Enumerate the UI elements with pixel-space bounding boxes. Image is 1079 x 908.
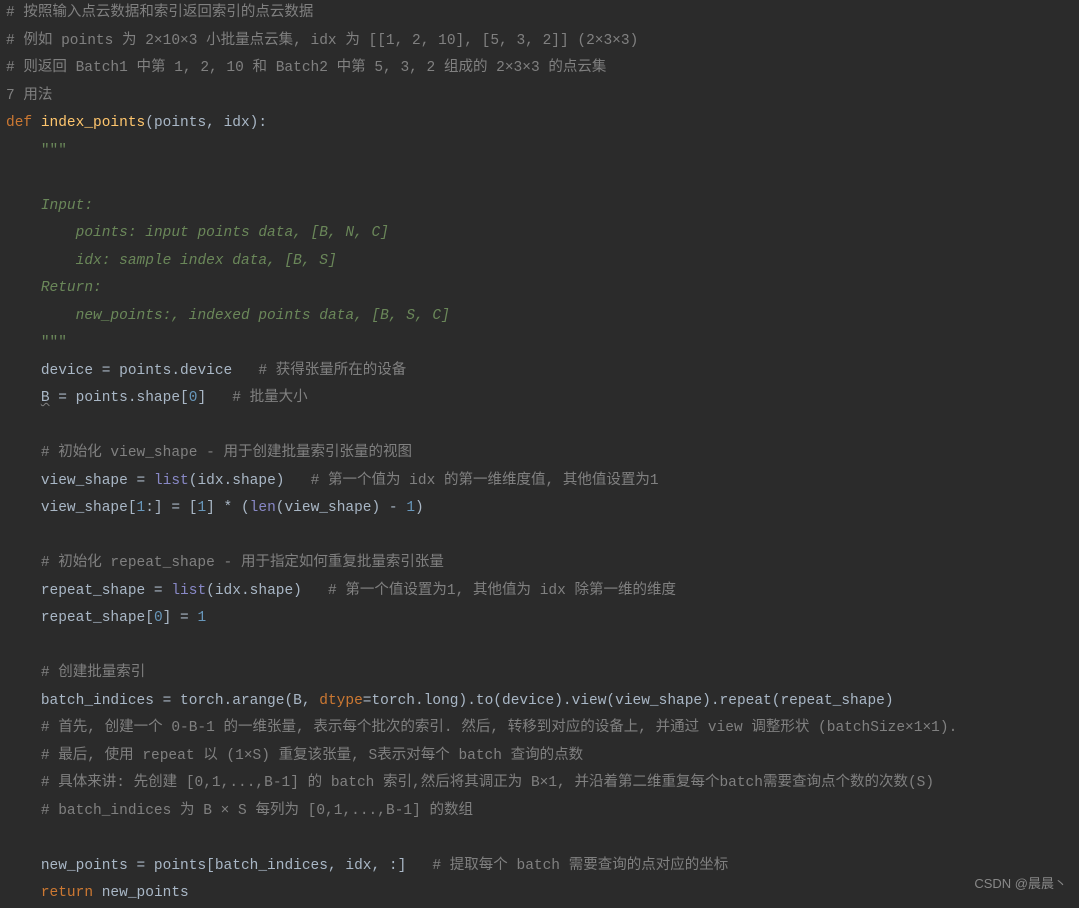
comment-newpoints: # 提取每个 batch 需要查询的点对应的坐标 xyxy=(432,858,728,874)
comment-repeatshape-head: # 初始化 repeat_shape - 用于指定如何重复批量索引张量 xyxy=(41,555,444,571)
stmt-rs2-b: ] = xyxy=(163,610,198,626)
code-screenshot: { "c1": "# 按照输入点云数据和索引返回索引的点云数据", "c2": … xyxy=(0,0,1079,907)
stmt-vs2-a: view_shape[ xyxy=(41,500,137,516)
doc-input: Input: xyxy=(41,198,93,214)
stmt-vs2-d: (view_shape) - xyxy=(276,500,407,516)
stmt-vs2-c: ] * ( xyxy=(206,500,250,516)
num-one-c: 1 xyxy=(406,500,415,516)
kwarg-dtype: dtype xyxy=(319,693,363,709)
stmt-rs1-b: (idx.shape) xyxy=(206,583,302,599)
comment-device: # 获得张量所在的设备 xyxy=(258,363,406,379)
builtin-list: list xyxy=(154,473,189,489)
comment-vs1: # 第一个值为 idx 的第一维维度值, 其他值设置为1 xyxy=(311,473,659,489)
stmt-B-end: ] xyxy=(197,390,206,406)
comment-bi1: # 首先, 创建一个 0-B-1 的一维张量, 表示每个批次的索引. 然后, 转… xyxy=(41,720,957,736)
stmt-vs2-b: :] = [ xyxy=(145,500,197,516)
comment-bi2: # 最后, 使用 repeat 以 (1×S) 重复该张量, S表示对每个 ba… xyxy=(41,748,583,764)
stmt-vs1-a: view_shape = xyxy=(41,473,154,489)
stmt-rs2-a: repeat_shape[ xyxy=(41,610,154,626)
code-block: # 按照输入点云数据和索引返回索引的点云数据 # 例如 points 为 2×1… xyxy=(0,0,1079,908)
keyword-def: def xyxy=(6,115,32,131)
param-idx: idx xyxy=(224,115,250,131)
comment-line: # 则返回 Batch1 中第 1, 2, 10 和 Batch2 中第 5, … xyxy=(6,60,606,76)
comment-line: # 例如 points 为 2×10×3 小批量点云集, idx 为 [[1, … xyxy=(6,33,638,49)
stmt-bi-b: =torch.long).to(device).view(view_shape)… xyxy=(363,693,894,709)
comment-line: # 按照输入点云数据和索引返回索引的点云数据 xyxy=(6,5,313,21)
comment-bi3: # 具体来讲: 先创建 [0,1,...,B-1] 的 batch 索引,然后将… xyxy=(41,775,934,791)
doc-idx: idx: sample index data, [B, S] xyxy=(76,253,337,269)
stmt-vs2-e: ) xyxy=(415,500,424,516)
docstring-open: """ xyxy=(41,143,67,159)
doc-points: points: input points data, [B, N, C] xyxy=(76,225,389,241)
stmt-B-mid: = points.shape[ xyxy=(50,390,189,406)
func-name: index_points xyxy=(41,115,145,131)
num-one-b: 1 xyxy=(197,500,206,516)
num-one-d: 1 xyxy=(197,610,206,626)
doc-return: Return: xyxy=(41,280,102,296)
comment-batchindices-head: # 创建批量索引 xyxy=(41,665,145,681)
stmt-return-val: new_points xyxy=(93,885,189,901)
num-one-a: 1 xyxy=(137,500,146,516)
stmt-device: device = points.device xyxy=(41,363,232,379)
builtin-len: len xyxy=(250,500,276,516)
doc-newpoints: new_points:, indexed points data, [B, S,… xyxy=(76,308,450,324)
comment-rs1: # 第一个值设置为1, 其他值为 idx 除第一维的维度 xyxy=(328,583,676,599)
comment-bi4: # batch_indices 为 B × S 每列为 [0,1,...,B-1… xyxy=(41,803,473,819)
stmt-newpoints: new_points = points[batch_indices, idx, … xyxy=(41,858,406,874)
var-B: B xyxy=(41,390,50,406)
comment-B: # 批量大小 xyxy=(232,390,307,406)
builtin-list-2: list xyxy=(171,583,206,599)
param-points: points xyxy=(154,115,206,131)
num-zero-b: 0 xyxy=(154,610,163,626)
comment-line: 7 用法 xyxy=(6,88,52,104)
stmt-rs1-a: repeat_shape = xyxy=(41,583,172,599)
comment-viewshape-head: # 初始化 view_shape - 用于创建批量索引张量的视图 xyxy=(41,445,412,461)
stmt-vs1-b: (idx.shape) xyxy=(189,473,285,489)
keyword-return: return xyxy=(41,885,93,901)
stmt-bi-a: batch_indices = torch.arange(B, xyxy=(41,693,319,709)
watermark: CSDN @晨晨丶 xyxy=(974,870,1067,898)
docstring-close: """ xyxy=(41,335,67,351)
